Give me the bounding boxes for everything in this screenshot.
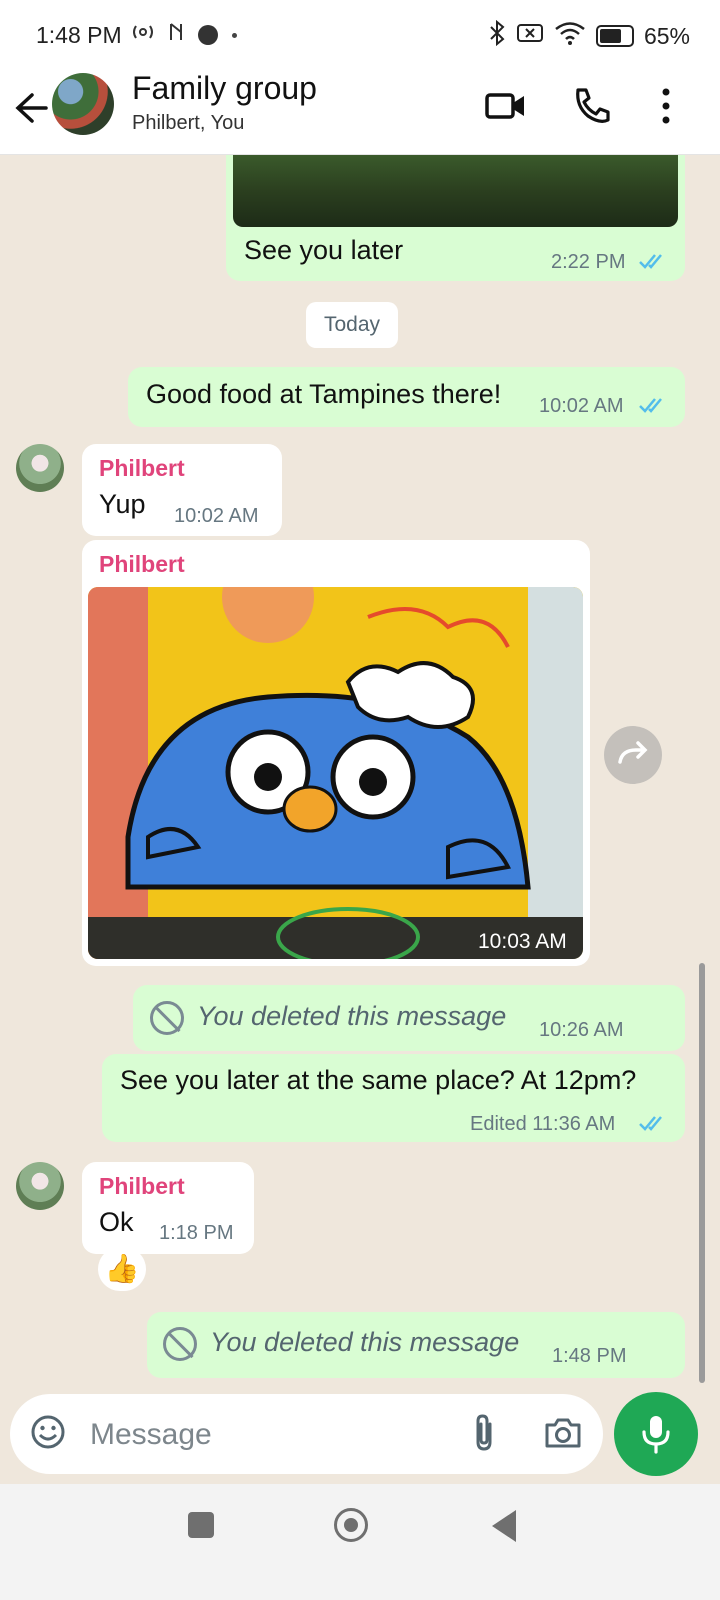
nfc-icon — [168, 22, 184, 48]
read-ticks-icon — [639, 1116, 662, 1131]
sender-name[interactable]: Philbert — [99, 1173, 185, 1200]
attach-icon[interactable] — [466, 1412, 502, 1454]
sender-avatar[interactable] — [16, 444, 64, 492]
date-divider: Today — [306, 302, 398, 348]
emoji-icon[interactable] — [30, 1414, 66, 1450]
radio-icon — [132, 23, 154, 47]
message-text: See you later at the same place? At 12pm… — [120, 1065, 637, 1095]
status-bar: 1:48 PM 65% — [0, 0, 720, 68]
read-ticks-icon — [639, 398, 662, 413]
chat-participants[interactable]: Philbert, You — [132, 112, 244, 135]
status-left-icons — [132, 22, 237, 48]
chat-title[interactable]: Family group — [132, 70, 317, 107]
sender-avatar[interactable] — [16, 1162, 64, 1210]
system-back-button[interactable] — [492, 1510, 516, 1542]
battery-percent: 65% — [643, 22, 690, 49]
message-input[interactable] — [88, 1404, 452, 1466]
back-arrow-icon[interactable] — [12, 86, 52, 130]
deleted-icon — [163, 1327, 197, 1361]
battery-icon — [595, 25, 634, 47]
message-time: 10:02 AM — [174, 505, 259, 527]
sender-name[interactable]: Philbert — [99, 455, 185, 482]
message-text: Yup — [99, 489, 146, 519]
reaction-thumbs-up[interactable]: 👍 — [98, 1247, 146, 1291]
mic-button[interactable] — [614, 1392, 698, 1476]
system-navigation-bar — [0, 1484, 720, 1600]
recents-button[interactable] — [188, 1512, 214, 1538]
no-sim-icon — [516, 22, 544, 50]
forward-icon[interactable] — [604, 726, 662, 784]
home-button[interactable] — [334, 1508, 368, 1542]
deleted-icon — [150, 1001, 184, 1035]
mic-icon — [642, 1416, 670, 1454]
chat-area[interactable]: See you later 2:22 PM Today Good food at… — [0, 155, 720, 1395]
sticker-photo[interactable] — [88, 587, 583, 959]
deleted-text: You deleted this message — [197, 1001, 507, 1031]
more-options-icon[interactable] — [644, 84, 688, 128]
deleted-text: You deleted this message — [210, 1327, 520, 1357]
message-time: 10:26 AM — [539, 1019, 624, 1041]
small-dot-icon — [232, 32, 237, 38]
sender-name[interactable]: Philbert — [99, 551, 185, 578]
camera-icon[interactable] — [542, 1412, 584, 1454]
group-avatar[interactable] — [52, 73, 114, 135]
status-time: 1:48 PM — [36, 22, 122, 48]
record-dot-icon — [198, 25, 218, 45]
scrollbar[interactable] — [699, 963, 705, 1383]
read-ticks-icon — [639, 254, 662, 269]
message-time: Edited 11:36 AM — [470, 1113, 616, 1135]
wifi-icon — [554, 21, 586, 51]
grass-photo[interactable] — [233, 155, 678, 227]
message-time: 10:02 AM — [539, 395, 624, 417]
chat-header: Family group Philbert, You — [0, 68, 720, 155]
message-text: See you later — [244, 235, 404, 265]
voice-call-icon[interactable] — [570, 84, 614, 128]
message-composer — [10, 1394, 603, 1474]
video-call-icon[interactable] — [484, 84, 528, 128]
message-time: 1:48 PM — [552, 1345, 627, 1367]
image-time: 10:03 AM — [478, 930, 567, 953]
status-right-icons: 65% — [488, 19, 690, 52]
message-text: Ok — [99, 1207, 134, 1237]
message-text: Good food at Tampines there! — [146, 379, 502, 409]
message-time: 2:22 PM — [551, 251, 626, 273]
message-time: 1:18 PM — [159, 1222, 234, 1244]
bluetooth-icon — [488, 19, 506, 52]
